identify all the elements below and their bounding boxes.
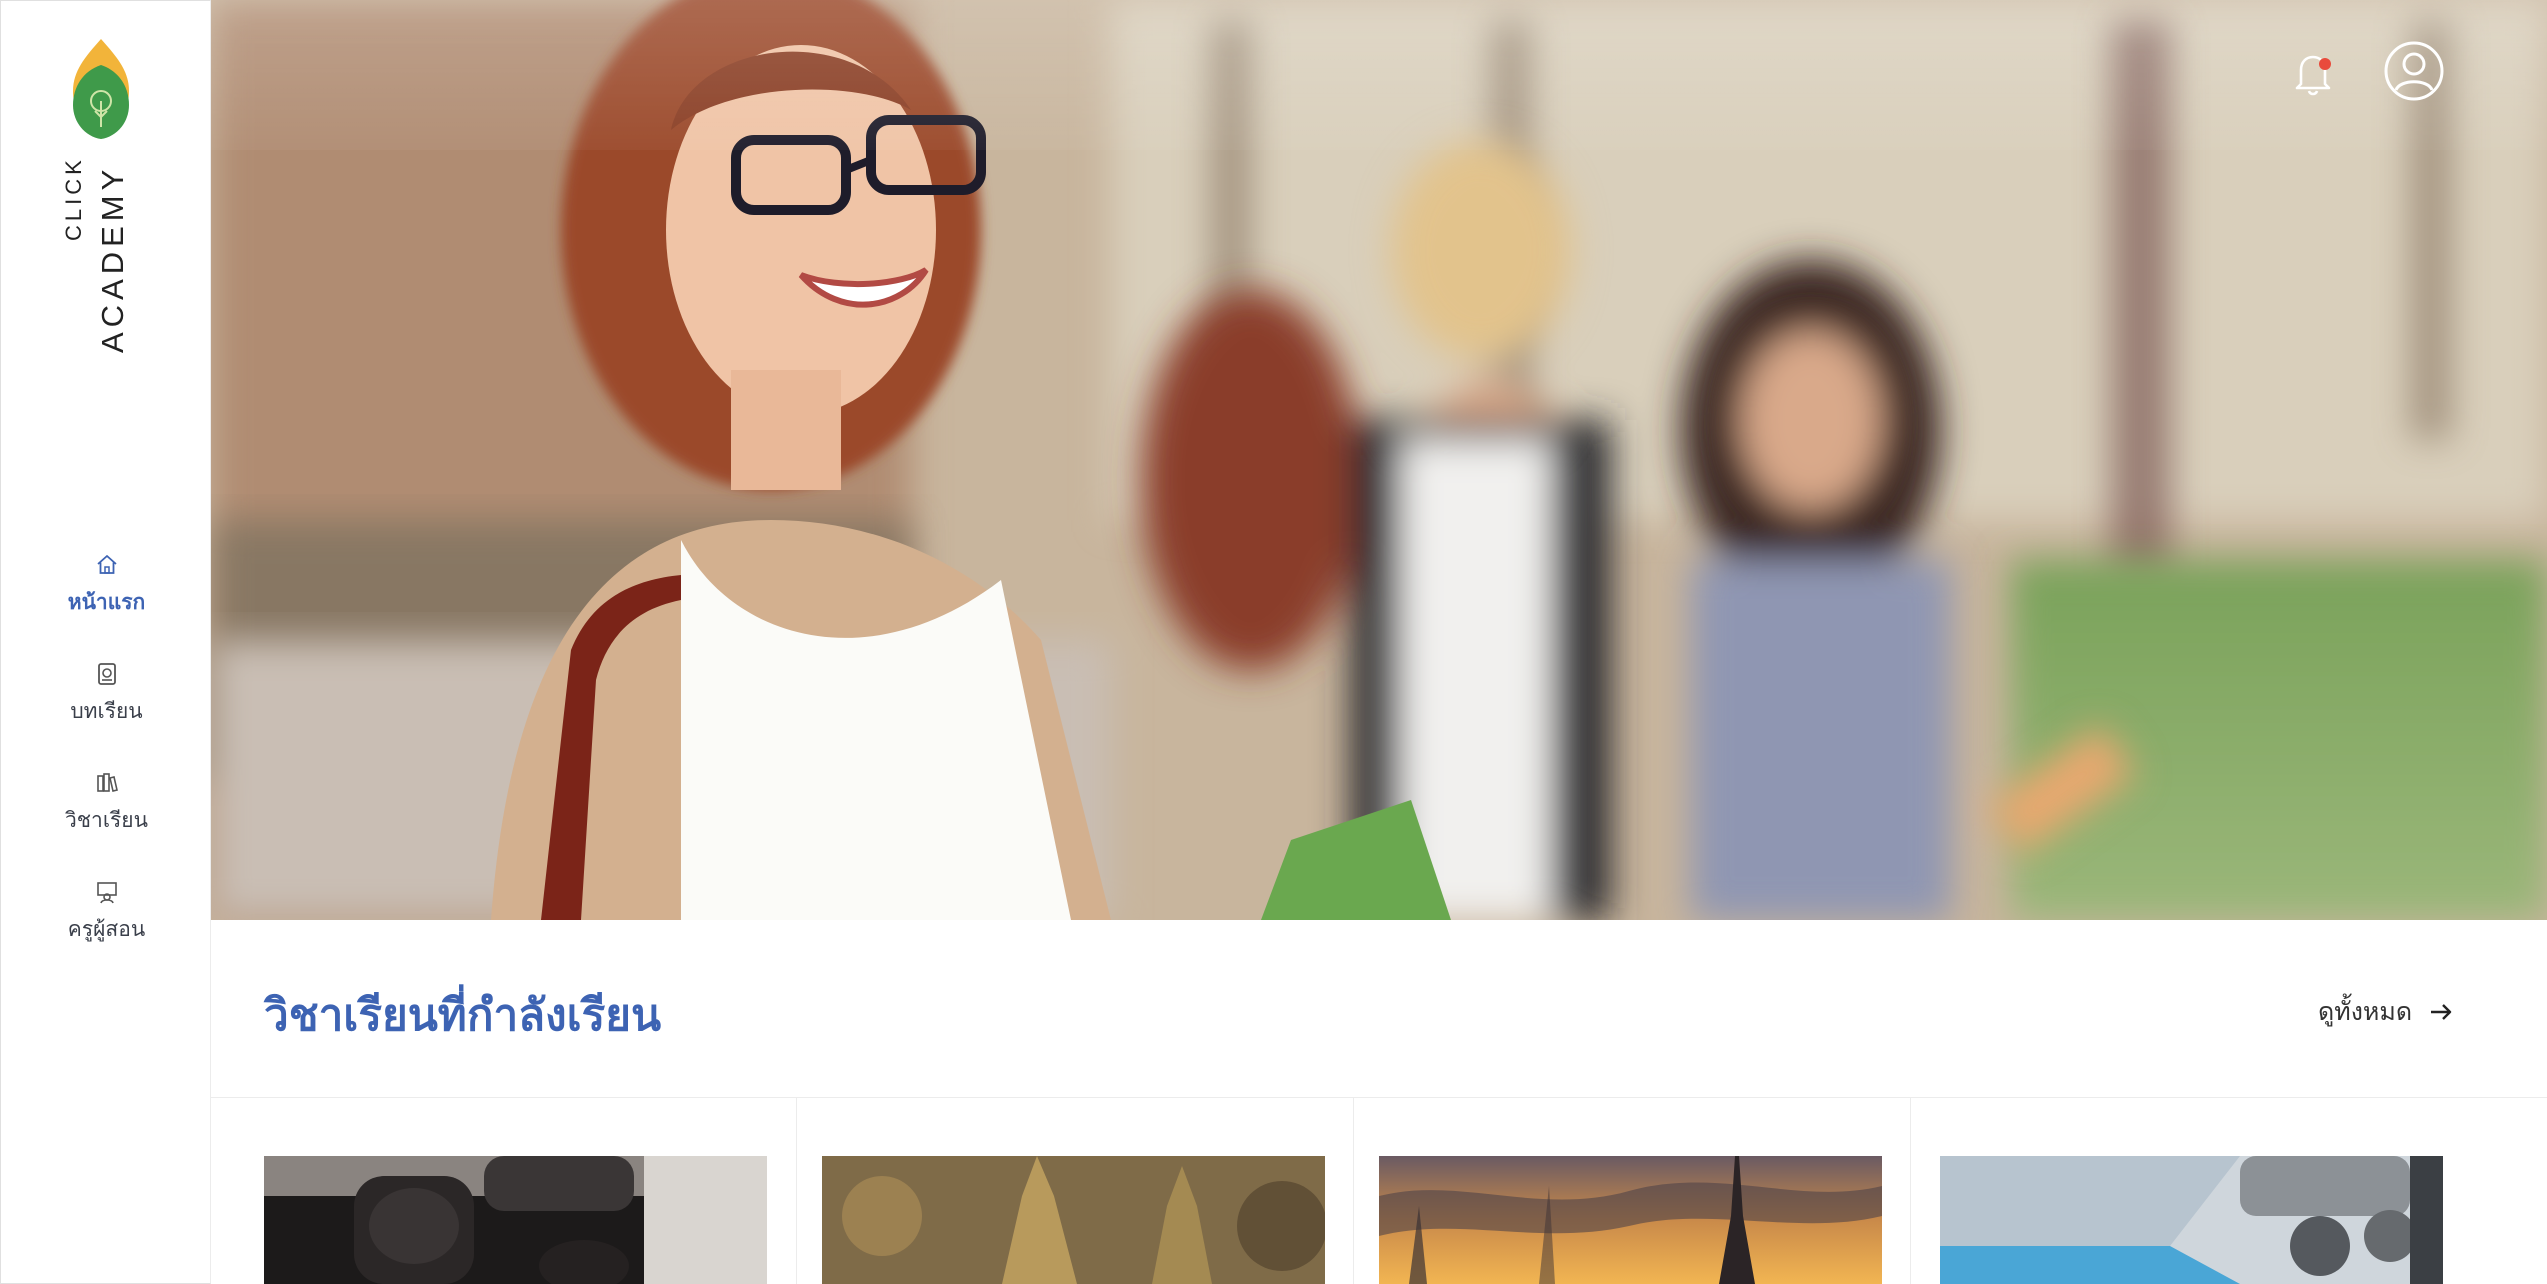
hero-topbar	[211, 0, 2547, 150]
course-card[interactable]	[1354, 1098, 1911, 1284]
bell-icon	[2295, 55, 2331, 96]
subject-icon	[96, 773, 118, 792]
eiffel-tower-thumbnail	[1379, 1156, 1882, 1284]
sidebar-item-label: วิชาเรียน	[65, 808, 148, 832]
hero-banner	[211, 0, 2547, 920]
sidebar-item-lessons[interactable]: บทเรียน	[1, 640, 212, 749]
logo-line-2: ACADEMY	[95, 164, 130, 353]
sidebar-item-subjects[interactable]: วิชาเรียน	[1, 749, 212, 858]
sidebar: CLICK ACADEMY หน้าแรก บทเรียน วิชาเรียน …	[0, 0, 211, 1284]
temple-thumbnail	[822, 1156, 1325, 1284]
sidebar-item-home[interactable]: หน้าแรก	[1, 531, 212, 640]
sidebar-item-label: บทเรียน	[70, 699, 143, 723]
sidebar-item-label: ครูผู้สอน	[67, 917, 146, 941]
leaf-logo-icon	[73, 39, 129, 139]
course-thumbnail[interactable]	[1940, 1156, 2443, 1284]
see-all-label: ดูทั้งหมด	[2318, 997, 2413, 1026]
course-thumbnail[interactable]	[822, 1156, 1325, 1284]
teacher-icon	[96, 882, 117, 904]
course-card[interactable]	[1911, 1098, 2547, 1284]
sidebar-nav: หน้าแรก บทเรียน วิชาเรียน ครูผู้สอน	[1, 531, 212, 967]
arrow-right-icon	[2431, 1004, 2452, 1020]
logo-line-1: CLICK	[61, 156, 86, 241]
profile-button[interactable]	[2383, 40, 2445, 102]
lesson-icon	[97, 663, 116, 685]
microscope-thumbnail	[264, 1156, 767, 1284]
course-thumbnail[interactable]	[1379, 1156, 1882, 1284]
microscope-blue-thumbnail	[1940, 1156, 2443, 1284]
notification-button[interactable]	[2291, 48, 2337, 98]
course-card[interactable]	[797, 1098, 1354, 1284]
logo-wordmark: CLICK ACADEMY	[57, 156, 137, 359]
section-header: วิชาเรียนที่กำลังเรียน ดูทั้งหมด	[211, 920, 2547, 1098]
sidebar-item-label: หน้าแรก	[67, 590, 146, 614]
user-circle-icon	[2384, 41, 2444, 101]
course-thumbnail[interactable]	[264, 1156, 767, 1284]
sidebar-item-teachers[interactable]: ครูผู้สอน	[1, 858, 212, 967]
home-icon	[96, 555, 117, 574]
section-title: วิชาเรียนที่กำลังเรียน	[264, 990, 662, 1041]
see-all-link[interactable]: ดูทั้งหมด	[2318, 992, 2454, 1032]
notification-dot	[2319, 58, 2331, 70]
course-list	[211, 1098, 2547, 1284]
course-card[interactable]	[211, 1098, 797, 1284]
